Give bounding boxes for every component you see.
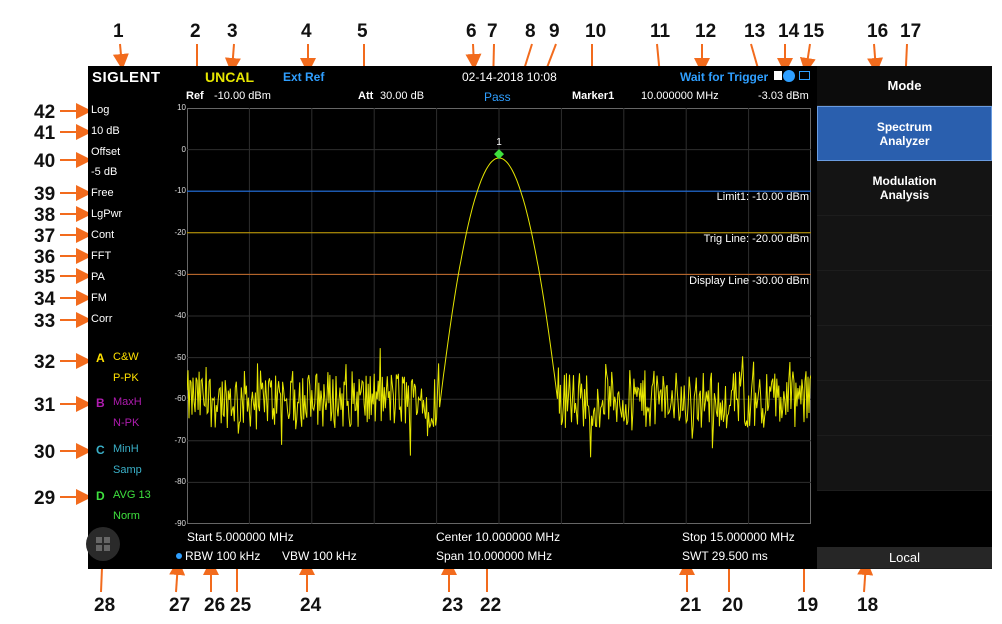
spectrum-plot[interactable]: 1: [187, 108, 811, 524]
local-button[interactable]: Local: [817, 547, 992, 569]
menu-item-5[interactable]: [817, 381, 992, 436]
menu-item-4[interactable]: [817, 326, 992, 381]
display-line-label: Display Line -30.00 dBm: [689, 275, 809, 287]
marker-label: Marker1: [572, 90, 615, 102]
network-icon: [783, 70, 795, 82]
menu-item-2[interactable]: [817, 216, 992, 271]
menu-item-0[interactable]: Spectrum Analyzer: [817, 106, 992, 161]
y-tick-label: -30: [174, 269, 186, 279]
marker-frequency: 10.000000 MHz: [641, 90, 719, 102]
ref-label: Ref: [186, 90, 204, 102]
ref-level: -10.00 dBm: [214, 90, 271, 102]
mode-menu-title: Mode: [817, 66, 992, 106]
menu-item-3[interactable]: [817, 271, 992, 326]
callout-arrow: [465, 43, 482, 70]
trace-detector[interactable]: P-PK: [113, 373, 139, 384]
scale-type[interactable]: Log: [91, 105, 109, 116]
y-tick-label: 0: [181, 144, 186, 154]
y-tick-label: -50: [174, 352, 186, 362]
start-frequency[interactable]: Start 5.000000 MHz: [187, 531, 294, 543]
att-value: 30.00 dB: [380, 90, 425, 102]
y-tick-label: -70: [174, 435, 186, 445]
sweep-mode[interactable]: Cont: [91, 230, 114, 241]
span-value[interactable]: Span 10.000000 MHz: [436, 550, 552, 562]
preamp-indicator[interactable]: PA: [91, 272, 105, 283]
stop-frequency[interactable]: Stop 15.000000 MHz: [682, 531, 795, 543]
center-frequency[interactable]: Center 10.000000 MHz: [436, 531, 560, 543]
marker-number: 1: [496, 137, 502, 148]
trace-detector[interactable]: Norm: [113, 511, 140, 522]
trace-detector[interactable]: Samp: [113, 465, 142, 476]
datetime: 02-14-2018 10:08: [462, 70, 557, 84]
limit-line-label: Limit1: -10.00 dBm: [716, 191, 809, 203]
trace-mode[interactable]: C&W: [113, 352, 139, 363]
correction-indicator[interactable]: Corr: [91, 314, 112, 325]
menu-item-label: Spectrum Analyzer: [876, 119, 933, 148]
trace-letter[interactable]: B: [96, 397, 105, 409]
trace-letter[interactable]: C: [96, 444, 105, 456]
marker-diamond[interactable]: [494, 149, 504, 160]
fm-indicator[interactable]: FM: [91, 293, 107, 304]
marker-level: -3.03 dBm: [758, 90, 809, 102]
apps-grid-icon: [96, 537, 110, 551]
analyzer-screen: SIGLENT UNCAL Ext Ref 02-14-2018 10:08 W…: [86, 66, 992, 569]
trace-letter[interactable]: D: [96, 490, 105, 502]
uncal-indicator: UNCAL: [205, 69, 254, 85]
average-type[interactable]: LgPwr: [91, 209, 122, 220]
sweep-time[interactable]: SWT 29.500 ms: [682, 550, 768, 562]
menu-item-label: Modulation Analysis: [872, 174, 937, 202]
vbw-value[interactable]: VBW 100 kHz: [282, 550, 357, 562]
rbw-indicator-dot: [176, 553, 182, 559]
y-tick-label: 10: [177, 103, 186, 112]
trace-mode[interactable]: MaxH: [113, 397, 142, 408]
rbw-value[interactable]: RBW 100 kHz: [185, 550, 260, 562]
trace-letter[interactable]: A: [96, 352, 105, 364]
trigger-mode[interactable]: Free: [91, 188, 114, 199]
att-label: Att: [358, 90, 374, 102]
offset-label: Offset: [91, 146, 121, 158]
menu-item-1[interactable]: Modulation Analysis: [817, 161, 992, 216]
y-tick-label: -60: [174, 394, 186, 404]
menu-item-6[interactable]: [817, 436, 992, 491]
usb-icon: [774, 71, 782, 80]
lan-icon: [799, 71, 810, 80]
trace-mode[interactable]: MinH: [113, 444, 139, 455]
y-tick-label: -80: [174, 477, 186, 487]
trace-detector[interactable]: N-PK: [113, 418, 139, 429]
trigger-status: Wait for Trigger: [680, 70, 769, 84]
ext-ref-indicator: Ext Ref: [283, 70, 325, 84]
scale-div[interactable]: 10 dB: [91, 126, 120, 137]
apps-button[interactable]: [86, 527, 120, 561]
pass-indicator: Pass: [484, 90, 511, 104]
brand-logo: SIGLENT: [92, 69, 161, 86]
trig-line-label: Trig Line: -20.00 dBm: [703, 233, 809, 245]
y-tick-label: -20: [174, 227, 186, 237]
offset-value[interactable]: -5 dB: [91, 167, 117, 178]
sweep-type[interactable]: FFT: [91, 251, 111, 262]
y-tick-label: -10: [174, 186, 186, 196]
trace-mode[interactable]: AVG 13: [113, 490, 151, 501]
y-tick-label: -40: [174, 311, 186, 320]
y-tick-label: -90: [174, 519, 186, 528]
callout-arrow: [112, 43, 129, 70]
